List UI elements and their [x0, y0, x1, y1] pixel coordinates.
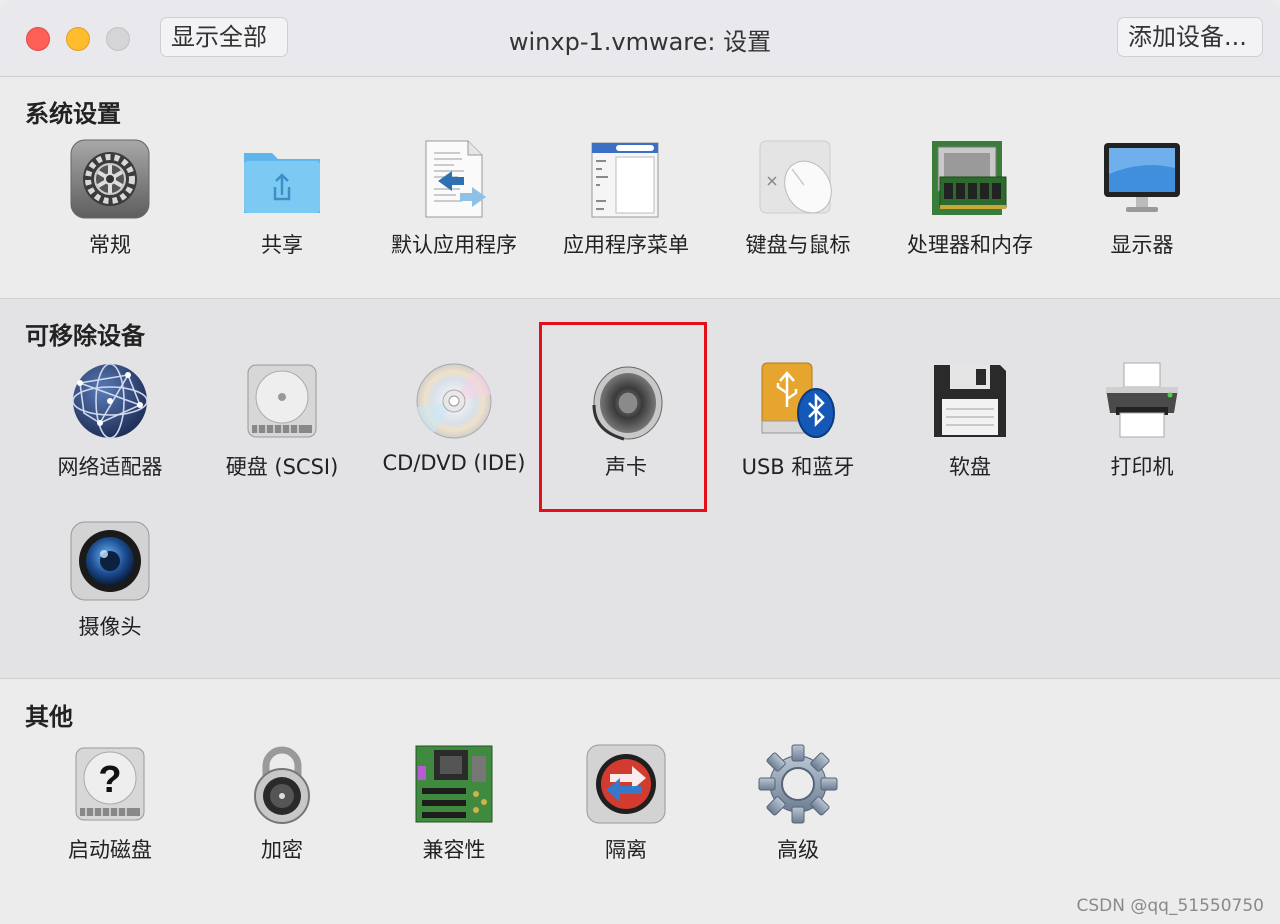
section-title: 可移除设备 [25, 322, 145, 350]
item-app-menu[interactable]: 应用程序菜单 [540, 139, 712, 289]
item-label: 键盘与鼠标 [745, 233, 851, 257]
cd-dvd-icon [416, 363, 492, 439]
settings-window: 显示全部 winxp-1.vmware: 设置 添加设备... 系统设置 常规 [0, 0, 1280, 924]
printer-icon [1106, 362, 1178, 438]
item-label: 处理器和内存 [907, 233, 1033, 257]
item-floppy[interactable]: 软盘 [884, 361, 1056, 511]
item-label: 兼容性 [422, 838, 486, 862]
item-compatibility[interactable]: 兼容性 [368, 744, 540, 894]
isolation-icon [586, 744, 666, 824]
svg-text:?: ? [98, 759, 121, 801]
item-label: 共享 [261, 233, 303, 257]
item-label: CD/DVD (IDE) [382, 451, 526, 475]
item-label: 硬盘 (SCSI) [225, 455, 339, 479]
item-advanced[interactable]: 高级 [712, 744, 884, 894]
item-printer[interactable]: 打印机 [1056, 361, 1228, 511]
item-default-apps[interactable]: 默认应用程序 [368, 139, 540, 289]
item-hard-disk[interactable]: 硬盘 (SCSI) [196, 361, 368, 511]
item-label: 应用程序菜单 [563, 233, 689, 257]
item-cpu-memory[interactable]: 处理器和内存 [884, 139, 1056, 289]
system-settings-section: 系统设置 常规 共享 默认应用程序 应用程序菜单 键盘与鼠标 处理器和内存 显示… [0, 77, 1280, 299]
window-title: winxp-1.vmware: 设置 [508, 28, 772, 56]
item-label: USB 和蓝牙 [741, 455, 855, 479]
item-label: 高级 [777, 838, 819, 862]
item-label: 默认应用程序 [391, 233, 517, 257]
floppy-disk-icon [934, 365, 1006, 437]
item-camera[interactable]: 摄像头 [24, 521, 196, 671]
add-device-button[interactable]: 添加设备... [1117, 17, 1263, 57]
app-menu-icon [591, 142, 659, 218]
startup-disk-icon: ? [75, 747, 145, 821]
item-label: 摄像头 [78, 615, 142, 639]
item-keyboard-mouse[interactable]: 键盘与鼠标 [712, 139, 884, 289]
title-bar: 显示全部 winxp-1.vmware: 设置 添加设备... [0, 0, 1280, 77]
hard-disk-icon [247, 364, 317, 438]
item-label: 软盘 [949, 455, 991, 479]
item-label: 常规 [89, 233, 131, 257]
item-cd-dvd[interactable]: CD/DVD (IDE) [368, 361, 540, 511]
item-usb-bluetooth[interactable]: USB 和蓝牙 [712, 361, 884, 511]
shared-folder-icon [244, 153, 320, 213]
network-globe-icon [72, 363, 148, 439]
item-isolation[interactable]: 隔离 [540, 744, 712, 894]
section-title: 其他 [25, 703, 73, 731]
padlock-icon [254, 746, 310, 824]
item-display[interactable]: 显示器 [1056, 139, 1228, 289]
item-startup-disk[interactable]: ? 启动磁盘 [24, 744, 196, 894]
section-title: 系统设置 [25, 100, 121, 128]
item-label: 加密 [261, 838, 303, 862]
camera-icon [70, 521, 150, 601]
highlight-box [539, 322, 707, 512]
watermark: CSDN @qq_51550750 [1076, 896, 1264, 916]
monitor-icon [1104, 143, 1180, 212]
item-label: 启动磁盘 [68, 838, 152, 862]
advanced-gear-icon [758, 744, 838, 824]
gear-icon [70, 139, 150, 219]
item-encryption[interactable]: 加密 [196, 744, 368, 894]
motherboard-icon [415, 745, 493, 823]
item-network-adapter[interactable]: 网络适配器 [24, 361, 196, 511]
item-sharing[interactable]: 共享 [196, 139, 368, 289]
item-label: 网络适配器 [57, 455, 163, 479]
item-label: 隔离 [605, 838, 647, 862]
item-general[interactable]: 常规 [24, 139, 196, 289]
usb-bluetooth-icon [761, 362, 835, 438]
item-label: 显示器 [1110, 233, 1174, 257]
other-section: 其他 ? 启动磁盘 加密 兼容性 隔离 高级 CSDN @qq_51550750 [0, 680, 1280, 924]
default-apps-icon [425, 140, 486, 218]
item-label: 打印机 [1110, 455, 1174, 479]
memory-chip-icon [932, 141, 1007, 215]
mouse-icon [759, 140, 832, 214]
